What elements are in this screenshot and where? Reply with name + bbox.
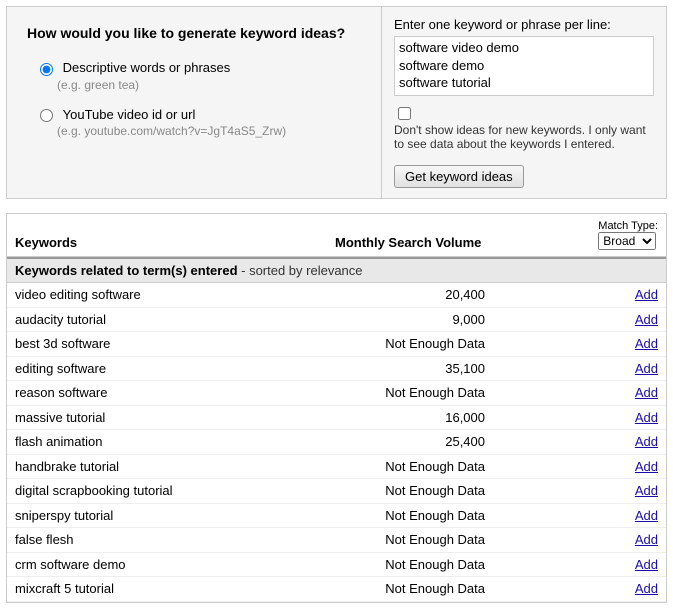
volume-cell: Not Enough Data <box>335 530 515 550</box>
table-row: best 3d softwareNot Enough Data Add <box>7 332 666 357</box>
keyword-cell: flash animation <box>15 432 335 452</box>
keyword-cell: best 3d software <box>15 334 335 354</box>
table-row: massive tutorial16,000 Add <box>7 406 666 431</box>
keyword-cell: massive tutorial <box>15 408 335 428</box>
get-keyword-ideas-button[interactable]: Get keyword ideas <box>394 165 524 188</box>
radio-descriptive-label: Descriptive words or phrases <box>63 60 231 75</box>
action-cell: Add <box>635 383 658 403</box>
volume-cell: Not Enough Data <box>335 579 515 599</box>
table-row: false fleshNot Enough Data Add <box>7 528 666 553</box>
table-row: audacity tutorial9,000 Add <box>7 308 666 333</box>
generation-heading: How would you like to generate keyword i… <box>27 25 361 41</box>
table-row: digital scrapbooking tutorialNot Enough … <box>7 479 666 504</box>
volume-cell: Not Enough Data <box>335 555 515 575</box>
keyword-cell: false flesh <box>15 530 335 550</box>
action-cell: Add <box>635 457 658 477</box>
volume-cell: 20,400 <box>335 285 515 305</box>
radio-youtube[interactable] <box>40 109 53 122</box>
generation-mode-panel: How would you like to generate keyword i… <box>7 7 382 198</box>
match-type-label: Match Type: <box>598 220 658 232</box>
keyword-cell: digital scrapbooking tutorial <box>15 481 335 501</box>
volume-cell: Not Enough Data <box>335 506 515 526</box>
action-cell: Add <box>635 506 658 526</box>
enter-keyword-label: Enter one keyword or phrase per line: <box>394 17 654 32</box>
add-link[interactable]: Add <box>635 336 658 351</box>
exact-only-label: Don't show ideas for new keywords. I onl… <box>394 123 654 151</box>
action-cell: Add <box>635 359 658 379</box>
volume-cell: 25,400 <box>335 432 515 452</box>
form-panel: How would you like to generate keyword i… <box>6 6 667 199</box>
volume-cell: Not Enough Data <box>335 334 515 354</box>
match-type-select[interactable]: Broad <box>598 232 656 250</box>
volume-cell: Not Enough Data <box>335 481 515 501</box>
table-row: flash animation25,400 Add <box>7 430 666 455</box>
action-cell: Add <box>635 408 658 428</box>
volume-cell: 9,000 <box>335 310 515 330</box>
keyword-cell: audacity tutorial <box>15 310 335 330</box>
keyword-cell: handbrake tutorial <box>15 457 335 477</box>
add-link[interactable]: Add <box>635 483 658 498</box>
radio-descriptive-hint: (e.g. green tea) <box>57 78 361 92</box>
table-row: mixcraft 5 tutorialNot Enough Data Add <box>7 577 666 602</box>
keyword-cell: mixcraft 5 tutorial <box>15 579 335 599</box>
results-subheader-title: Keywords related to term(s) entered <box>15 263 238 278</box>
results-sort-order: - sorted by relevance <box>238 263 363 278</box>
action-cell: Add <box>635 310 658 330</box>
volume-cell: 16,000 <box>335 408 515 428</box>
keyword-cell: editing software <box>15 359 335 379</box>
radio-descriptive[interactable] <box>40 63 53 76</box>
keyword-cell: video editing software <box>15 285 335 305</box>
add-link[interactable]: Add <box>635 459 658 474</box>
volume-cell: Not Enough Data <box>335 383 515 403</box>
results-header-row: Keywords Monthly Search Volume Match Typ… <box>7 214 666 257</box>
table-row: crm software demoNot Enough Data Add <box>7 553 666 578</box>
add-link[interactable]: Add <box>635 385 658 400</box>
keywords-textarea[interactable] <box>394 36 654 96</box>
keyword-cell: crm software demo <box>15 555 335 575</box>
add-link[interactable]: Add <box>635 557 658 572</box>
results-subheader: Keywords related to term(s) entered - so… <box>7 257 666 283</box>
volume-cell: 35,100 <box>335 359 515 379</box>
add-link[interactable]: Add <box>635 581 658 596</box>
action-cell: Add <box>635 579 658 599</box>
action-cell: Add <box>635 334 658 354</box>
radio-youtube-label: YouTube video id or url <box>63 107 196 122</box>
volume-cell: Not Enough Data <box>335 457 515 477</box>
table-row: sniperspy tutorialNot Enough Data Add <box>7 504 666 529</box>
add-link[interactable]: Add <box>635 434 658 449</box>
keyword-cell: reason software <box>15 383 335 403</box>
add-link[interactable]: Add <box>635 532 658 547</box>
add-link[interactable]: Add <box>635 410 658 425</box>
results-rows: video editing software20,400Addaudacity … <box>7 283 666 602</box>
action-cell: Add <box>635 530 658 550</box>
add-link[interactable]: Add <box>635 312 658 327</box>
col-header-keywords: Keywords <box>15 235 335 250</box>
table-row: video editing software20,400 Add <box>7 283 666 308</box>
table-row: reason softwareNot Enough Data Add <box>7 381 666 406</box>
add-link[interactable]: Add <box>635 508 658 523</box>
action-cell: Add <box>635 555 658 575</box>
table-row: handbrake tutorialNot Enough Data Add <box>7 455 666 480</box>
add-link[interactable]: Add <box>635 361 658 376</box>
action-cell: Add <box>635 432 658 452</box>
radio-youtube-hint: (e.g. youtube.com/watch?v=JgT4aS5_Zrw) <box>57 124 361 138</box>
col-header-volume: Monthly Search Volume <box>335 235 515 250</box>
action-cell: Add <box>635 481 658 501</box>
keyword-cell: sniperspy tutorial <box>15 506 335 526</box>
results-panel: Keywords Monthly Search Volume Match Typ… <box>6 213 667 603</box>
add-link[interactable]: Add <box>635 287 658 302</box>
action-cell: Add <box>635 285 658 305</box>
table-row: editing software35,100 Add <box>7 357 666 382</box>
keyword-entry-panel: Enter one keyword or phrase per line: Do… <box>382 7 666 198</box>
exact-only-checkbox[interactable] <box>398 107 411 120</box>
